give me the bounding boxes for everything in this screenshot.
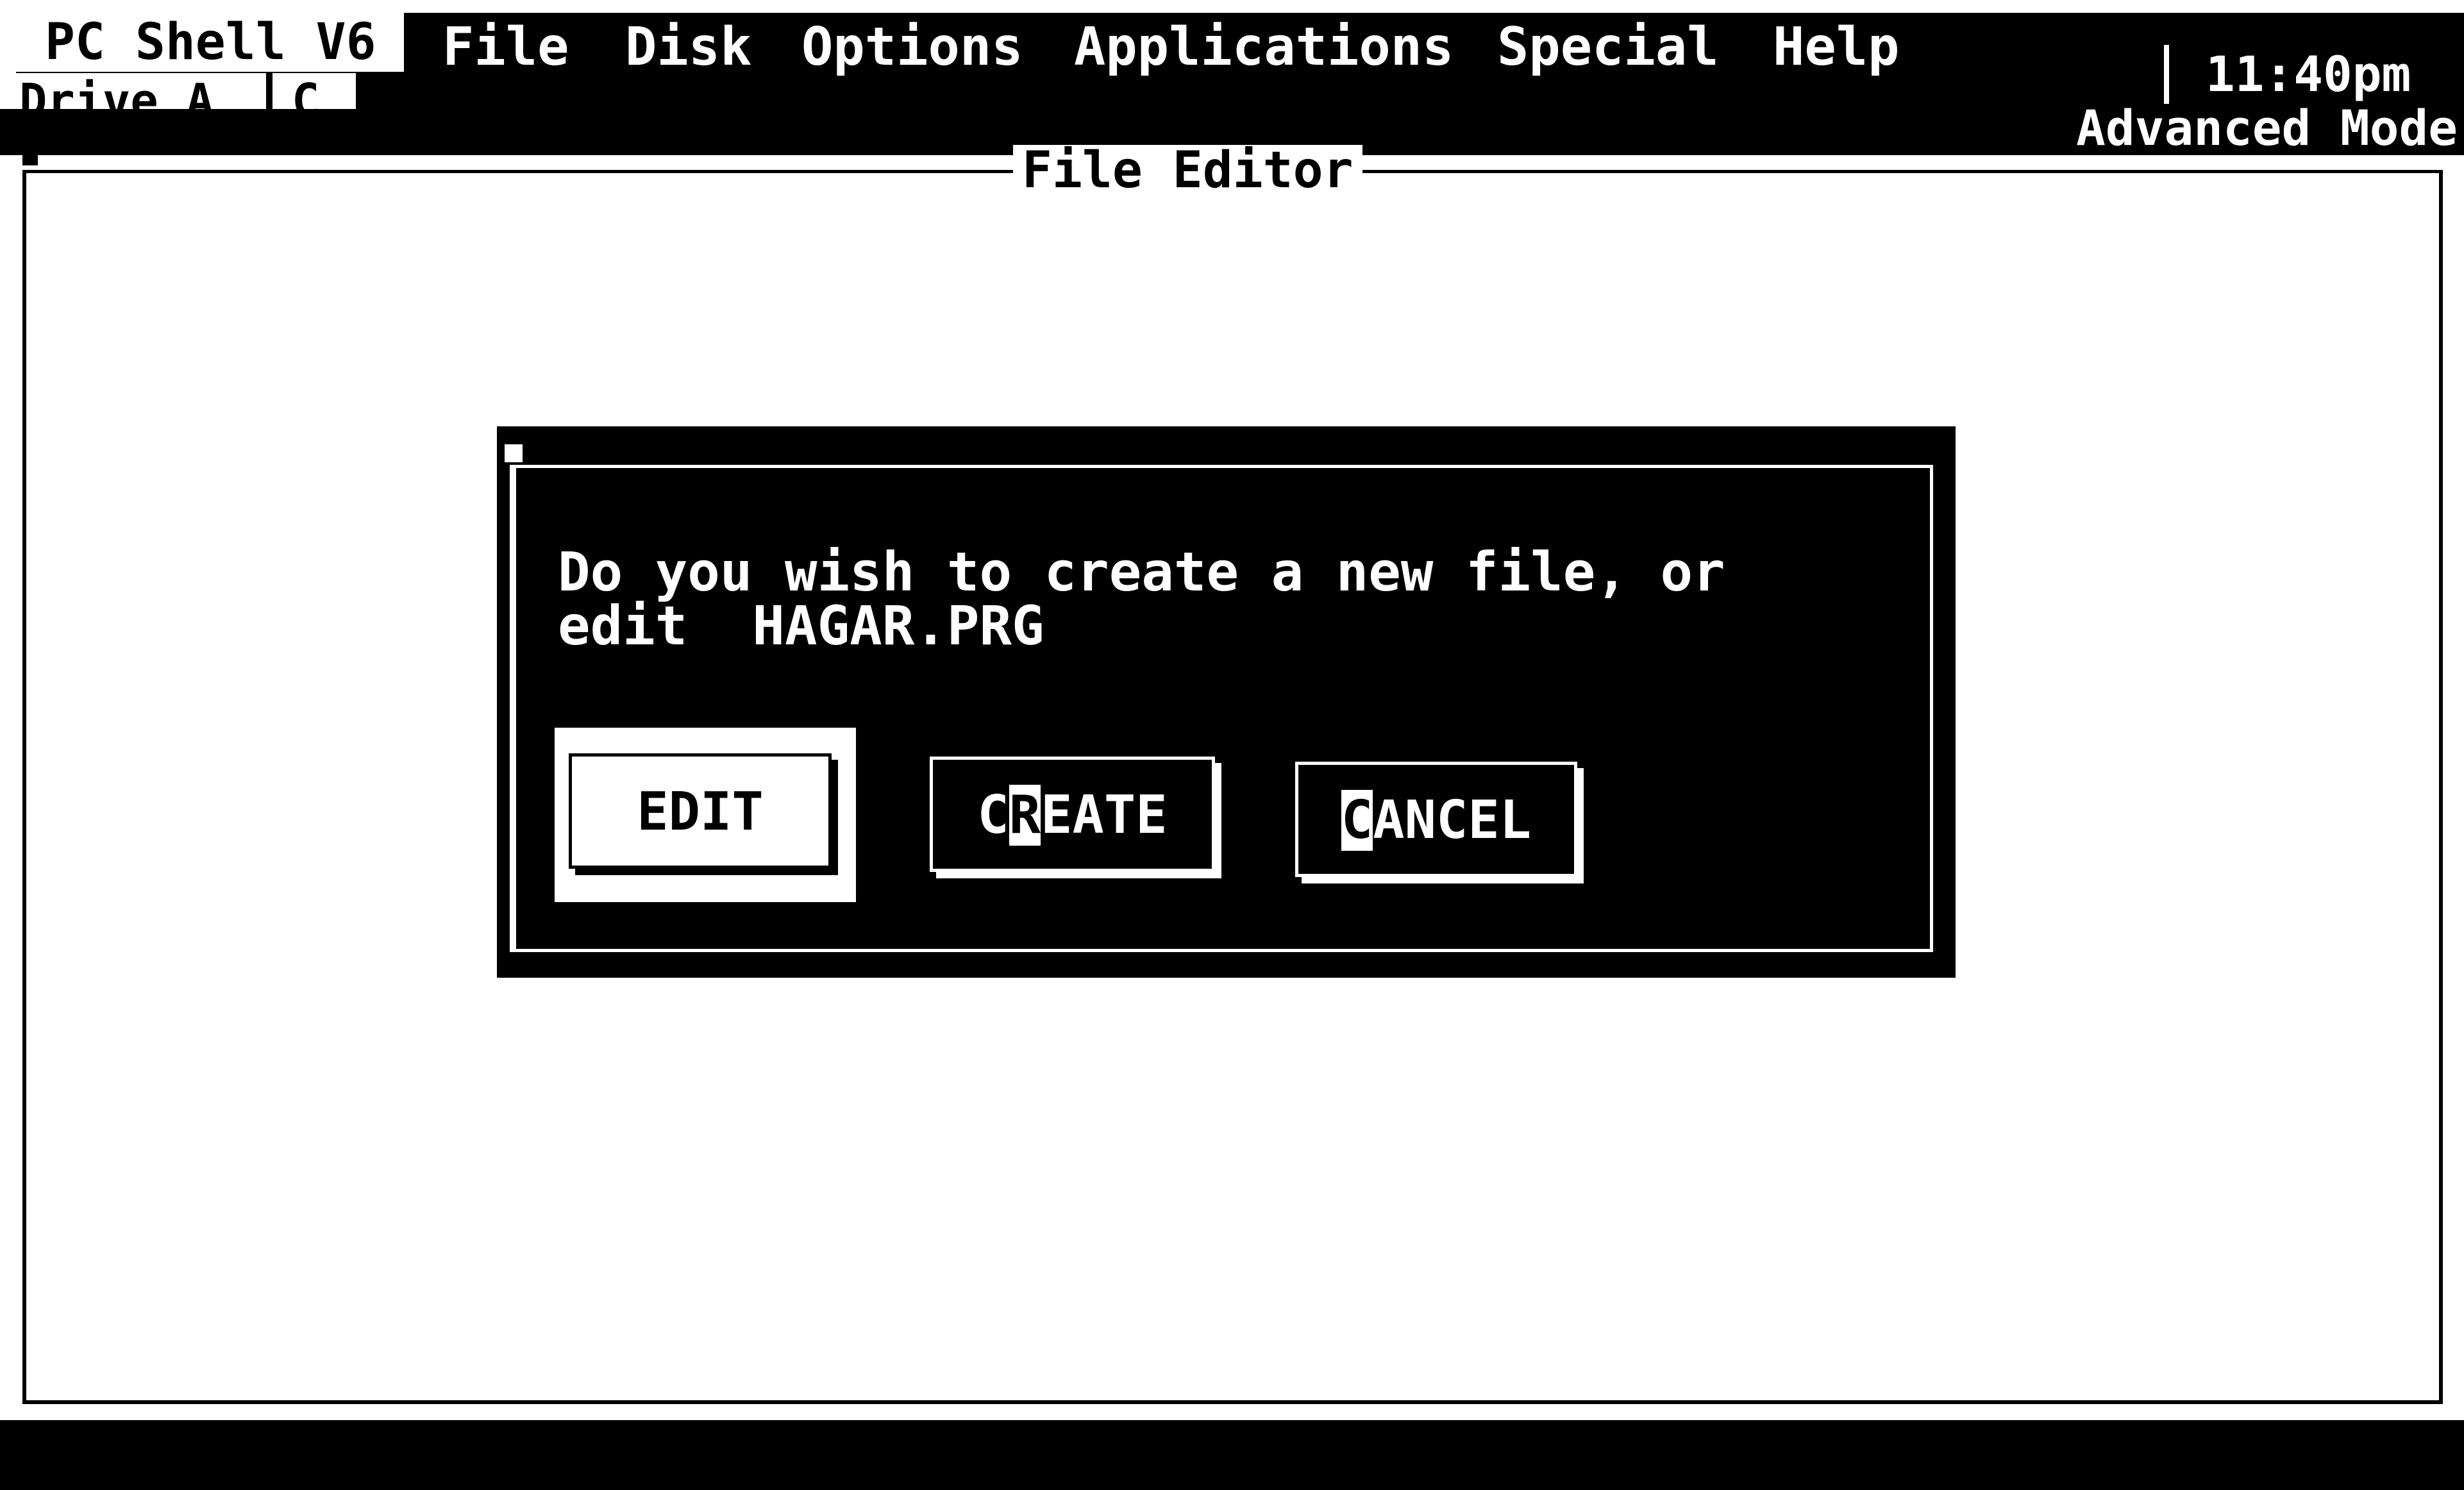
create-button-prefix: C: [977, 785, 1009, 846]
dialog-frame-edge: [510, 465, 516, 952]
create-or-edit-dialog: Do you wish to create a new file, or edi…: [497, 426, 1956, 978]
dialog-message: Do you wish to create a new file, or edi…: [558, 545, 1808, 653]
status-bar: [0, 1420, 2464, 1490]
edit-button[interactable]: EDIT: [569, 753, 832, 869]
create-button-suffix: EATE: [1041, 785, 1168, 846]
cancel-button-hotkey: C: [1341, 790, 1373, 851]
menu-special[interactable]: Special: [1497, 18, 1719, 77]
dialog-message-line2: edit HAGAR.PRG: [558, 594, 1044, 657]
menu-help[interactable]: Help: [1773, 18, 1899, 77]
menu-disk[interactable]: Disk: [625, 18, 751, 77]
mode-indicator: Advanced Mode: [2076, 99, 2458, 156]
file-editor-title: File Editor: [1013, 145, 1362, 196]
window-close-icon[interactable]: [22, 149, 38, 165]
clock: 11:40pm: [2206, 46, 2411, 103]
cancel-button[interactable]: CANCEL: [1295, 762, 1577, 877]
cancel-button-suffix: ANCEL: [1373, 790, 1532, 851]
app-title: PC Shell V6: [16, 13, 404, 72]
dialog-close-icon[interactable]: [505, 444, 523, 462]
menu-options[interactable]: Options: [801, 18, 1023, 77]
menu-file[interactable]: File: [442, 18, 569, 77]
create-button-hotkey: R: [1009, 785, 1041, 846]
menu-applications[interactable]: Applications: [1074, 18, 1454, 77]
create-button[interactable]: CREATE: [930, 757, 1215, 872]
clock-separator: [2164, 45, 2169, 104]
